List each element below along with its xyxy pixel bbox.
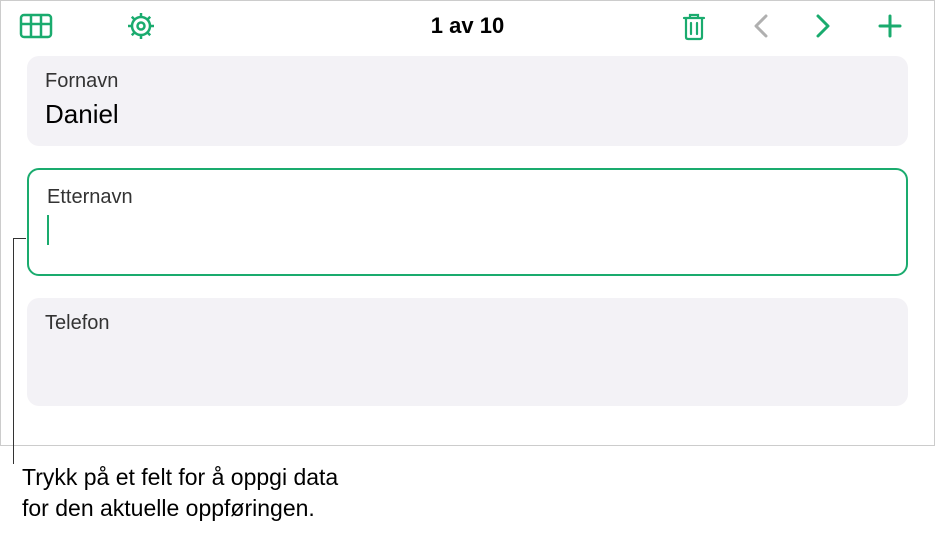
- callout-line-1: Trykk på et felt for å oppgi data: [22, 464, 338, 490]
- settings-button[interactable]: [125, 10, 157, 42]
- gear-icon: [125, 10, 157, 42]
- first-name-label: Fornavn: [45, 70, 890, 93]
- toolbar: 1 av 10: [1, 1, 934, 51]
- phone-label: Telefon: [45, 312, 890, 335]
- plus-icon: [876, 12, 904, 40]
- first-name-value: Daniel: [45, 99, 890, 130]
- last-name-field[interactable]: Etternavn: [27, 168, 908, 276]
- callout-connector-h: [13, 238, 26, 239]
- form-window: 1 av 10: [0, 0, 935, 446]
- previous-record-button[interactable]: [752, 12, 770, 40]
- chevron-right-icon: [814, 12, 832, 40]
- next-record-button[interactable]: [814, 12, 832, 40]
- callout-line-2: for den aktuelle oppføringen.: [22, 495, 315, 521]
- add-record-button[interactable]: [876, 12, 904, 40]
- first-name-field[interactable]: Fornavn Daniel: [27, 56, 908, 146]
- toolbar-left-group: [19, 10, 157, 42]
- table-view-button[interactable]: [19, 12, 53, 40]
- form-fields-area: Fornavn Daniel Etternavn Telefon: [1, 51, 934, 406]
- callout-caption: Trykk på et felt for å oppgi data for de…: [22, 462, 338, 524]
- trash-icon: [680, 11, 708, 41]
- record-counter: 1 av 10: [431, 13, 504, 39]
- delete-button[interactable]: [680, 11, 708, 41]
- text-cursor: [47, 215, 49, 245]
- table-icon: [19, 12, 53, 40]
- callout-connector-v: [13, 238, 14, 464]
- last-name-label: Etternavn: [47, 186, 888, 209]
- toolbar-right-group: [680, 11, 916, 41]
- phone-field[interactable]: Telefon: [27, 298, 908, 406]
- chevron-left-icon: [752, 12, 770, 40]
